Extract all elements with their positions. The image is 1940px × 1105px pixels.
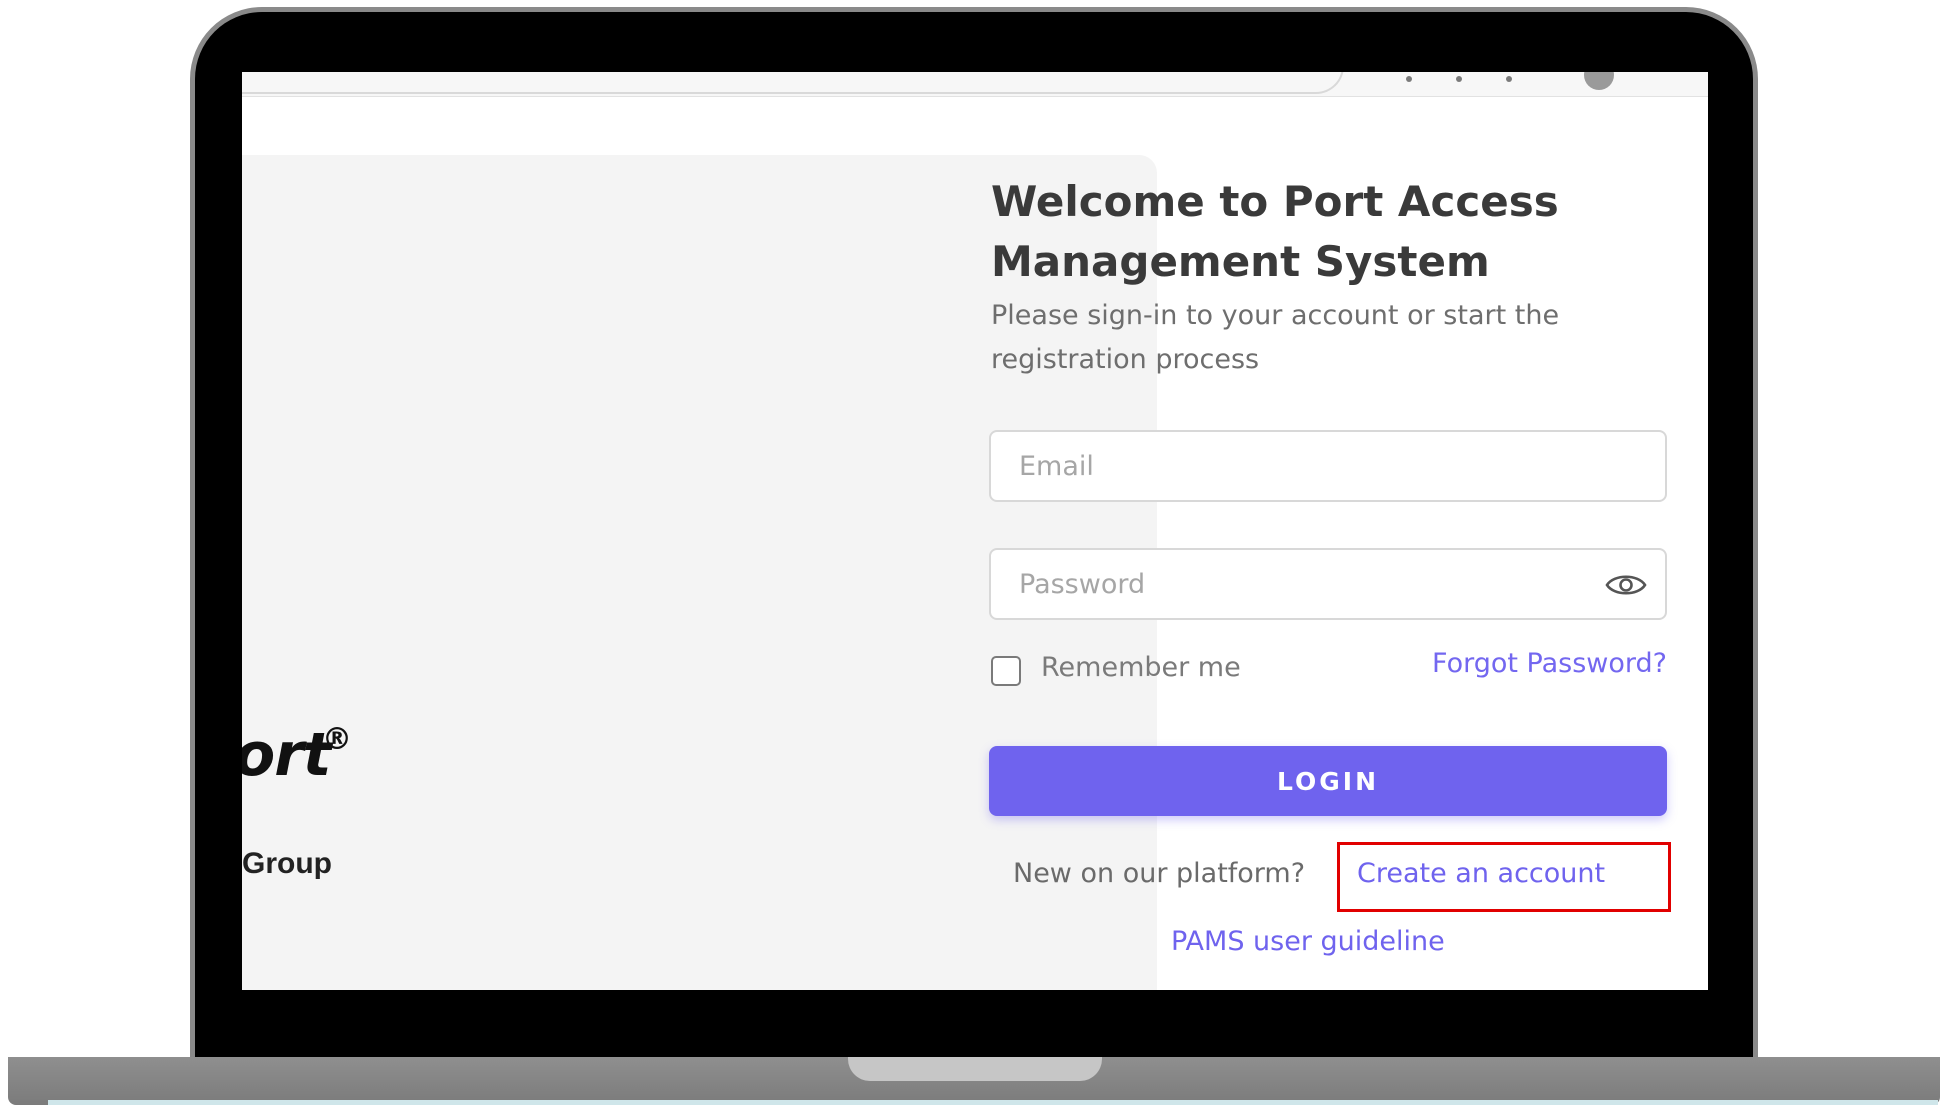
laptop-notch	[848, 1057, 1102, 1081]
remember-me-checkbox[interactable]	[991, 656, 1021, 686]
registered-mark: ®	[322, 722, 352, 757]
browser-menu-dot	[1506, 76, 1512, 82]
laptop-screen: ort ® Group Welcome to Port Access Manag…	[242, 72, 1708, 990]
user-guideline-link[interactable]: PAMS user guideline	[1171, 926, 1445, 957]
signup-prompt: New on our platform?	[1013, 858, 1306, 889]
login-button[interactable]: LOGIN	[989, 746, 1667, 816]
brand-logo-text: ort	[242, 720, 331, 790]
eye-icon[interactable]	[1605, 570, 1647, 600]
screenshot-stage: ort ® Group Welcome to Port Access Manag…	[0, 0, 1940, 1105]
signup-row: New on our platform? Create an account	[989, 838, 1679, 918]
remember-me-row: Remember me	[989, 650, 1389, 690]
browser-toolbar	[242, 72, 1708, 97]
remember-me-label: Remember me	[1041, 652, 1241, 683]
page-subtitle: Please sign-in to your account or start …	[991, 300, 1560, 375]
forgot-password-link[interactable]: Forgot Password?	[1432, 648, 1667, 679]
password-input[interactable]	[989, 548, 1667, 620]
laptop-shadow	[48, 1100, 1938, 1105]
page-title: Welcome to Port Access Management System	[991, 177, 1559, 286]
address-bar[interactable]	[242, 72, 1344, 94]
email-input[interactable]	[989, 430, 1667, 502]
browser-profile-avatar[interactable]	[1584, 72, 1614, 90]
browser-menu-dot	[1406, 76, 1412, 82]
browser-menu-dot	[1456, 76, 1462, 82]
brand-group-text: Group	[242, 847, 332, 880]
create-account-link[interactable]: Create an account	[1357, 858, 1605, 889]
